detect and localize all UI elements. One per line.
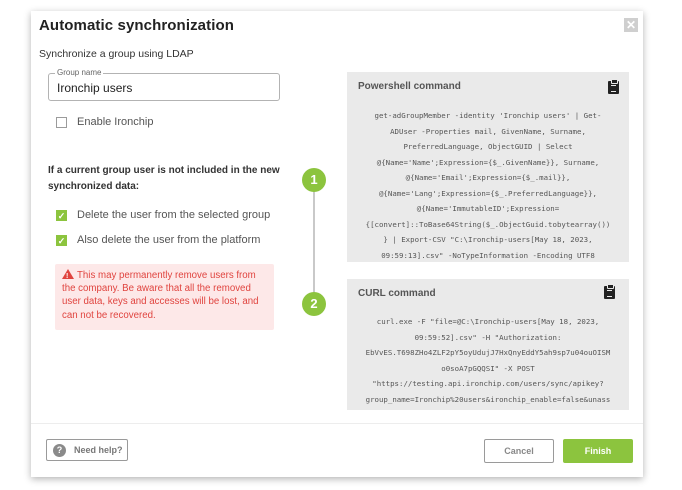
cancel-button[interactable]: Cancel (484, 439, 554, 463)
code-line: o0soA7pGQQSI" -X POST (441, 363, 535, 373)
code-line: curl.exe -F "file=@C:\Ironchip-users[May… (376, 317, 600, 326)
group-name-value: Ironchip users (57, 81, 133, 95)
powershell-code: get-adGroupMember -identity 'Ironchip us… (353, 108, 623, 262)
code-line: get-adGroupMember -identity 'Ironchip us… (374, 111, 602, 120)
warning-text: This may permanently remove users from t… (62, 270, 259, 321)
dialog-title: Automatic synchronization (39, 17, 235, 34)
copy-clipboard-icon[interactable] (604, 284, 615, 299)
code-line: @{Name='Email';Expression={$_.mail}}, (405, 173, 571, 182)
question-icon: ? (53, 443, 66, 457)
code-line: } | Export-CSV "C:\Ironchip-users[May 18… (383, 235, 593, 244)
powershell-title: Powershell command (358, 81, 461, 92)
delete-from-group-checkbox[interactable]: ✓ (56, 209, 67, 221)
powershell-panel: Powershell command get-adGroupMember -id… (347, 72, 629, 262)
code-line: PreferredLanguage, ObjectGUID | Select (403, 142, 573, 151)
delete-from-group-row[interactable]: ✓ Delete the user from the selected grou… (56, 209, 270, 221)
curl-code: curl.exe -F "file=@C:\Ironchip-users[May… (353, 314, 623, 407)
curl-panel: CURL command curl.exe -F "file=@C:\Ironc… (347, 279, 629, 410)
sync-question: If a current group user is not included … (48, 165, 280, 192)
code-line: 09:59:13].csv" -NoTypeInformation -Encod… (381, 250, 595, 260)
code-line: {[convert]::ToBase64String($_.ObjectGuid… (365, 219, 611, 229)
code-line: 09:59:52].csv" -H "Authorization: (414, 332, 562, 342)
close-button[interactable]: ✕ (624, 18, 638, 32)
enable-ironchip-checkbox[interactable] (56, 116, 67, 128)
warning-icon (62, 269, 74, 283)
delete-from-platform-label: Also delete the user from the platform (77, 234, 261, 246)
delete-from-platform-row[interactable]: ✓ Also delete the user from the platform (56, 234, 260, 246)
group-name-input[interactable]: Group name Ironchip users (48, 68, 280, 101)
step-connector (313, 191, 315, 299)
enable-ironchip-label: Enable Ironchip (77, 116, 154, 128)
step-badge-2: 2 (302, 292, 326, 316)
code-line: ADUser -Properties mail, GivenName, Surn… (390, 126, 586, 136)
code-line: @{Name='Name';Expression={$_.GivenName}}… (376, 157, 600, 167)
curl-title: CURL command (358, 288, 436, 299)
code-line: "https://testing.api.ironchip.com/users/… (372, 379, 604, 388)
footer-divider (31, 423, 643, 424)
group-name-legend: Group name (55, 68, 104, 78)
sync-dialog: Automatic synchronization ✕ Synchronize … (31, 11, 643, 477)
code-line: @{Name='Lang';Expression={$_.PreferredLa… (378, 188, 598, 198)
finish-button[interactable]: Finish (563, 439, 633, 463)
dialog-subtitle: Synchronize a group using LDAP (39, 48, 194, 60)
delete-from-group-label: Delete the user from the selected group (77, 209, 271, 221)
step-badge-1: 1 (302, 168, 326, 192)
warning-box: This may permanently remove users from t… (55, 264, 274, 330)
copy-clipboard-icon[interactable] (608, 79, 619, 94)
code-line: EbVvES.T698ZHo4ZLF2pY5oyUdujJ7HxQnyEddY5… (365, 348, 611, 357)
code-line: @{Name='ImmutableID';Expression= (416, 204, 560, 213)
need-help-button[interactable]: ? Need help? (46, 439, 128, 461)
code-line: group_name=Ironchip%20users&ironchip_ena… (365, 394, 611, 404)
enable-ironchip-row[interactable]: Enable Ironchip (56, 116, 153, 128)
need-help-label: Need help? (74, 445, 123, 455)
delete-from-platform-checkbox[interactable]: ✓ (56, 234, 67, 246)
